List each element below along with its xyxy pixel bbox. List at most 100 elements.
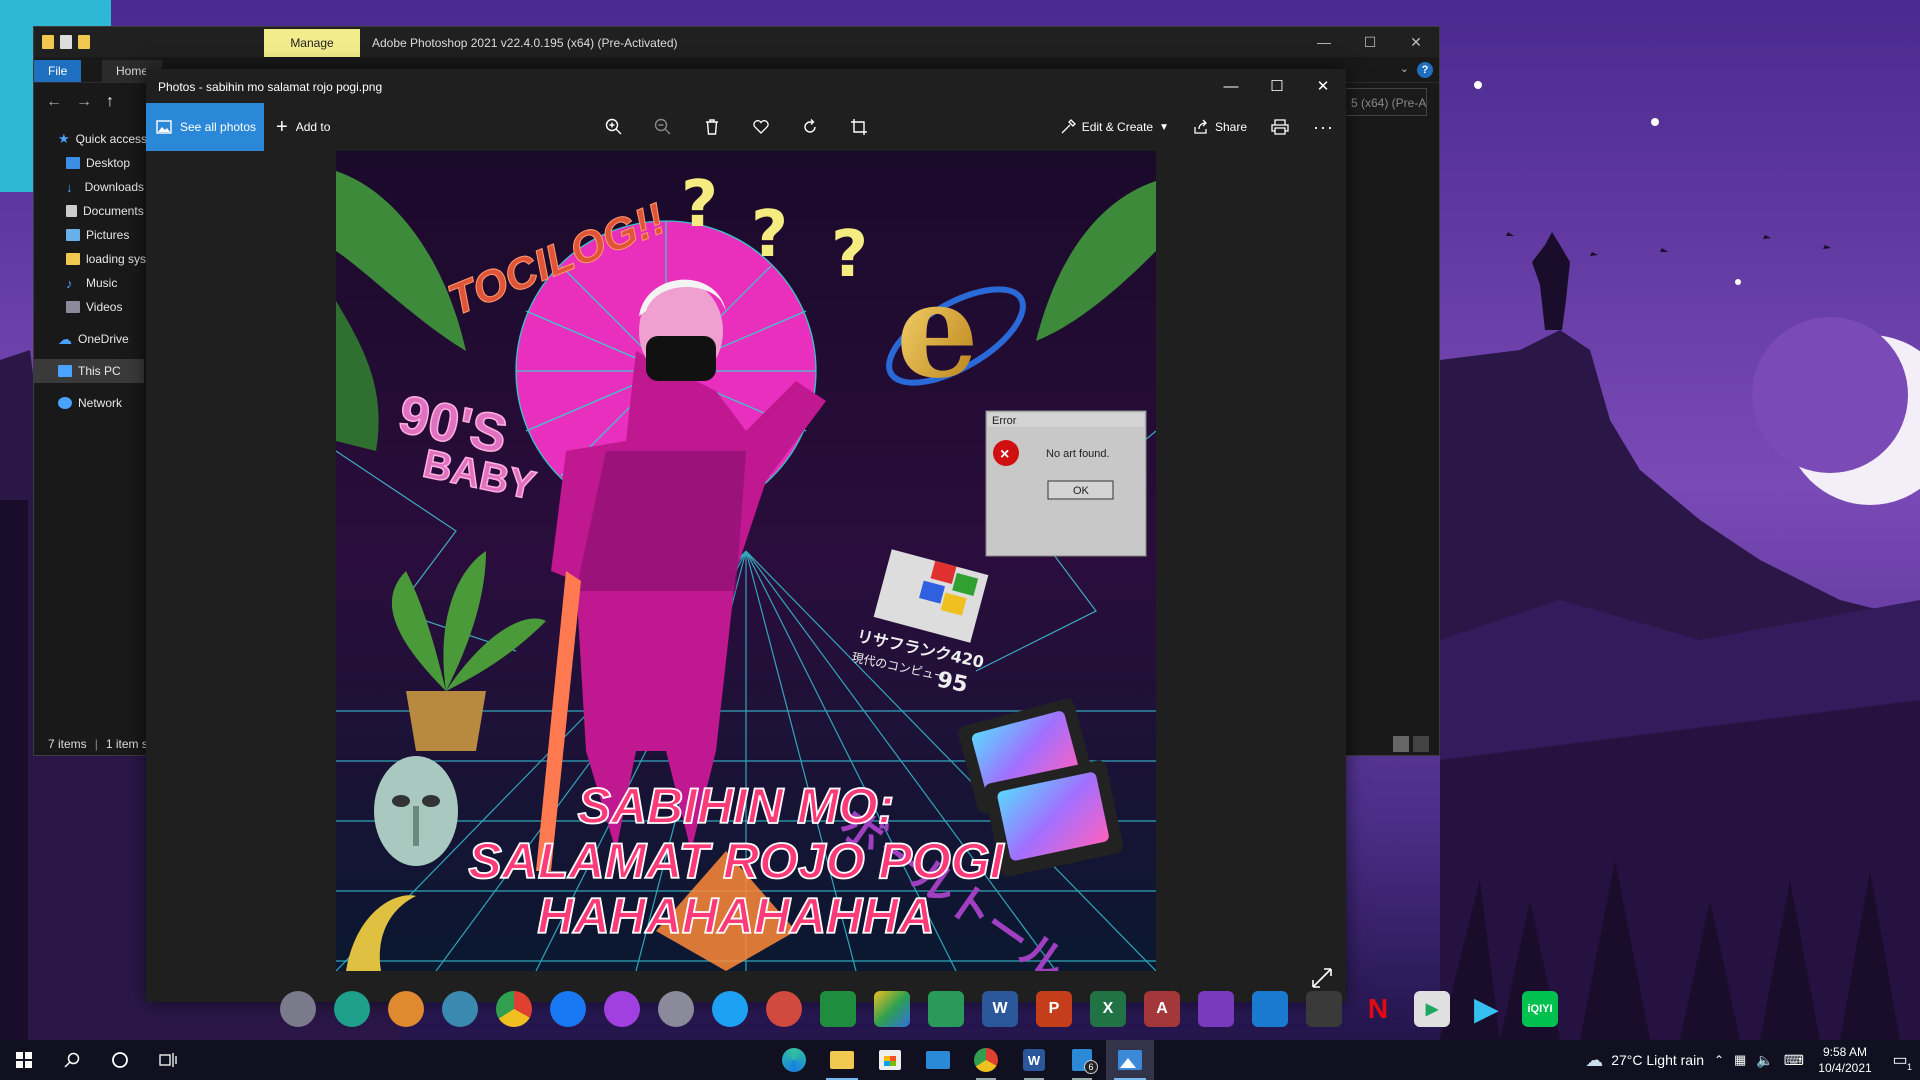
taskbar-microsoft-store[interactable]: [866, 1040, 914, 1080]
minimize-icon[interactable]: —: [1301, 27, 1347, 57]
photos-app-icon[interactable]: [438, 987, 482, 1031]
photos-window[interactable]: Photos - sabihin mo salamat rojo pogi.pn…: [146, 69, 1346, 1002]
network-icon[interactable]: ▦: [1734, 1052, 1746, 1068]
taskbar-photos[interactable]: [1106, 1040, 1154, 1080]
share-button[interactable]: Share: [1181, 103, 1259, 151]
taskbar-file-explorer[interactable]: [818, 1040, 866, 1080]
system-tray: ☁ 27°C Light rain ⌃ ▦ 🔈 ⌨ 9:58 AM 10/4/2…: [1585, 1040, 1920, 1080]
nav-videos[interactable]: Videos: [34, 295, 144, 319]
close-icon[interactable]: ✕: [1393, 27, 1439, 57]
iqiyi-icon[interactable]: iQIYI: [1518, 987, 1562, 1031]
notes-app-icon[interactable]: [330, 987, 374, 1031]
taskbar-word[interactable]: W: [1010, 1040, 1058, 1080]
nav-this-pc[interactable]: This PC: [34, 359, 144, 383]
chevron-up-icon[interactable]: ⌃: [1714, 1053, 1724, 1067]
nav-network[interactable]: Network: [34, 391, 144, 415]
explorer-titlebar[interactable]: Manage Adobe Photoshop 2021 v22.4.0.195 …: [34, 27, 1439, 57]
search-box-fragment[interactable]: 5 (x64) (Pre-A...: [1345, 88, 1427, 116]
add-to-button[interactable]: + Add to: [276, 103, 330, 151]
maximize-icon[interactable]: ☐: [1254, 69, 1300, 103]
error-title: Error: [992, 415, 1017, 427]
minimize-icon[interactable]: —: [1208, 69, 1254, 103]
nav-desktop[interactable]: Desktop: [34, 151, 144, 175]
tab-file[interactable]: File: [34, 60, 82, 82]
messenger-icon[interactable]: [600, 987, 644, 1031]
sublime-text-icon[interactable]: [1302, 987, 1346, 1031]
nav-documents[interactable]: Documents: [34, 199, 144, 223]
taskbar-mail[interactable]: [914, 1040, 962, 1080]
downloader-app-icon[interactable]: [384, 987, 428, 1031]
new-folder-icon[interactable]: [78, 35, 90, 49]
nav-pictures[interactable]: Pictures: [34, 223, 144, 247]
facebook-icon[interactable]: [546, 987, 590, 1031]
search-button[interactable]: [48, 1040, 96, 1080]
taskbar-edge[interactable]: [770, 1040, 818, 1080]
excel-icon[interactable]: X: [1086, 987, 1130, 1031]
zoom-out-icon[interactable]: [653, 117, 673, 137]
settings-gear-icon[interactable]: [276, 987, 320, 1031]
folder-icon: [830, 1051, 854, 1069]
more-options-button[interactable]: ···: [1301, 103, 1346, 151]
maximize-icon[interactable]: ☐: [1347, 27, 1393, 57]
close-icon[interactable]: ✕: [1300, 69, 1346, 103]
video-player-icon[interactable]: ▶: [1410, 987, 1454, 1031]
visual-studio-icon[interactable]: [1194, 987, 1238, 1031]
chevron-down-icon[interactable]: ⌄: [1400, 62, 1409, 75]
powerpoint-icon[interactable]: P: [1032, 987, 1076, 1031]
word-icon[interactable]: W: [978, 987, 1022, 1031]
help-icon[interactable]: ?: [1417, 62, 1433, 78]
back-arrow-icon[interactable]: ←: [46, 93, 62, 111]
favorite-heart-icon[interactable]: [751, 117, 771, 137]
search-icon: [64, 1052, 80, 1068]
camera-icon[interactable]: [654, 987, 698, 1031]
play-store-icon[interactable]: ▶: [1464, 987, 1508, 1031]
classroom-icon[interactable]: [816, 987, 860, 1031]
folder-icon[interactable]: [42, 35, 54, 49]
nav-loading-sys[interactable]: loading sys: [34, 247, 146, 271]
weather-text: 27°C Light rain: [1611, 1052, 1704, 1068]
maps-icon[interactable]: [924, 987, 968, 1031]
crop-icon[interactable]: [849, 117, 869, 137]
notification-icon: ▭: [1892, 1052, 1908, 1069]
chrome-icon: [974, 1048, 998, 1072]
edge-icon: [782, 1048, 806, 1072]
notification-center-button[interactable]: ▭ 1: [1886, 1040, 1914, 1080]
details-view-icon[interactable]: [1393, 736, 1409, 752]
nav-music[interactable]: ♪ Music: [34, 271, 144, 295]
see-all-photos-button[interactable]: See all photos: [146, 103, 264, 151]
google-drive-icon[interactable]: [870, 987, 914, 1031]
rotate-icon[interactable]: [800, 117, 820, 137]
gmail-icon[interactable]: [762, 987, 806, 1031]
up-arrow-icon[interactable]: ↑: [106, 93, 114, 111]
volume-icon[interactable]: 🔈: [1756, 1052, 1773, 1069]
print-button[interactable]: [1259, 103, 1301, 151]
taskbar-explorer-windows[interactable]: 6: [1058, 1040, 1106, 1080]
nav-quick-access[interactable]: ★ Quick access: [34, 127, 147, 151]
keyboard-icon[interactable]: ⌨: [1784, 1052, 1804, 1069]
start-button[interactable]: [0, 1040, 48, 1080]
error-ok: OK: [1073, 485, 1090, 497]
delete-icon[interactable]: [702, 117, 722, 137]
manage-tab[interactable]: Manage: [264, 29, 360, 57]
clock[interactable]: 9:58 AM 10/4/2021: [1814, 1044, 1876, 1076]
task-view-button[interactable]: [144, 1040, 192, 1080]
edit-create-button[interactable]: Edit & Create ▼: [1048, 103, 1181, 151]
forward-arrow-icon[interactable]: →: [76, 93, 92, 111]
twitter-icon[interactable]: [708, 987, 752, 1031]
properties-icon[interactable]: [60, 35, 72, 49]
nav-onedrive[interactable]: ☁ OneDrive: [34, 327, 144, 351]
displayed-photo[interactable]: ? ? ? TOCILOG!! 90'S BABY e Error × No a…: [336, 151, 1156, 971]
zoom-in-icon[interactable]: [604, 117, 624, 137]
chrome-icon[interactable]: [492, 987, 536, 1031]
access-icon[interactable]: A: [1140, 987, 1184, 1031]
cloud-icon: ☁: [58, 330, 72, 347]
taskbar-chrome[interactable]: [962, 1040, 1010, 1080]
nav-downloads[interactable]: ↓ Downloads: [34, 175, 144, 199]
vscode-icon[interactable]: [1248, 987, 1292, 1031]
quick-access-toolbar[interactable]: [42, 35, 90, 49]
netflix-icon[interactable]: N: [1356, 987, 1400, 1031]
photos-titlebar[interactable]: Photos - sabihin mo salamat rojo pogi.pn…: [146, 69, 1346, 103]
large-icons-view-icon[interactable]: [1413, 736, 1429, 752]
weather-widget[interactable]: ☁ 27°C Light rain: [1585, 1050, 1704, 1071]
cortana-button[interactable]: [96, 1040, 144, 1080]
